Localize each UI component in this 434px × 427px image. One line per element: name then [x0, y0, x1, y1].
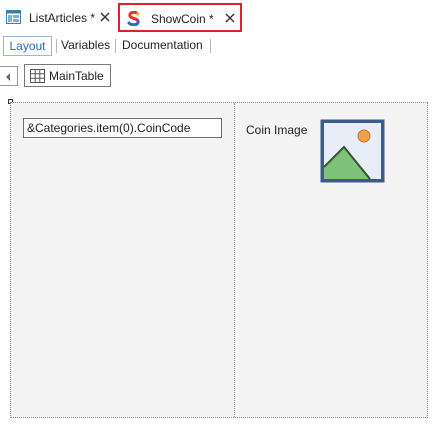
column-divider: [234, 103, 235, 417]
tab-variables[interactable]: Variables: [61, 36, 110, 56]
tab-documentation[interactable]: Documentation: [122, 36, 203, 56]
tab-separator: [56, 39, 57, 53]
view-tab-bar: Layout Variables Documentation: [0, 34, 434, 58]
close-icon[interactable]: [99, 11, 111, 23]
coin-code-attribute-text: &Categories.item(0).CoinCode: [27, 121, 191, 135]
breadcrumb-item-maintable[interactable]: MainTable: [24, 64, 111, 87]
breadcrumb-back-button[interactable]: [0, 66, 18, 86]
tab-layout[interactable]: Layout: [3, 36, 52, 56]
breadcrumb-item-label: MainTable: [49, 69, 104, 83]
coin-code-attribute-field[interactable]: &Categories.item(0).CoinCode: [23, 118, 222, 138]
web-panel-icon: [6, 10, 21, 24]
main-table[interactable]: &Categories.item(0).CoinCode Coin Image: [10, 102, 428, 418]
tab-list-articles[interactable]: ListArticles *: [2, 5, 118, 30]
table-grid-icon: [30, 69, 45, 83]
chevron-left-icon: [6, 73, 10, 81]
tab-separator: [115, 39, 116, 53]
sd-panel-icon: [127, 11, 140, 26]
document-tab-strip: ListArticles * ShowCoin *: [0, 0, 434, 34]
tab-show-coin[interactable]: ShowCoin *: [118, 3, 242, 32]
tab-show-coin-label: ShowCoin *: [151, 12, 214, 26]
close-icon[interactable]: [224, 12, 236, 24]
tab-list-articles-label: ListArticles *: [29, 11, 96, 25]
coin-image-label: Coin Image: [246, 123, 308, 137]
breadcrumb: MainTable: [0, 62, 434, 90]
tab-separator: [210, 39, 211, 53]
image-placeholder-icon[interactable]: [320, 119, 385, 183]
